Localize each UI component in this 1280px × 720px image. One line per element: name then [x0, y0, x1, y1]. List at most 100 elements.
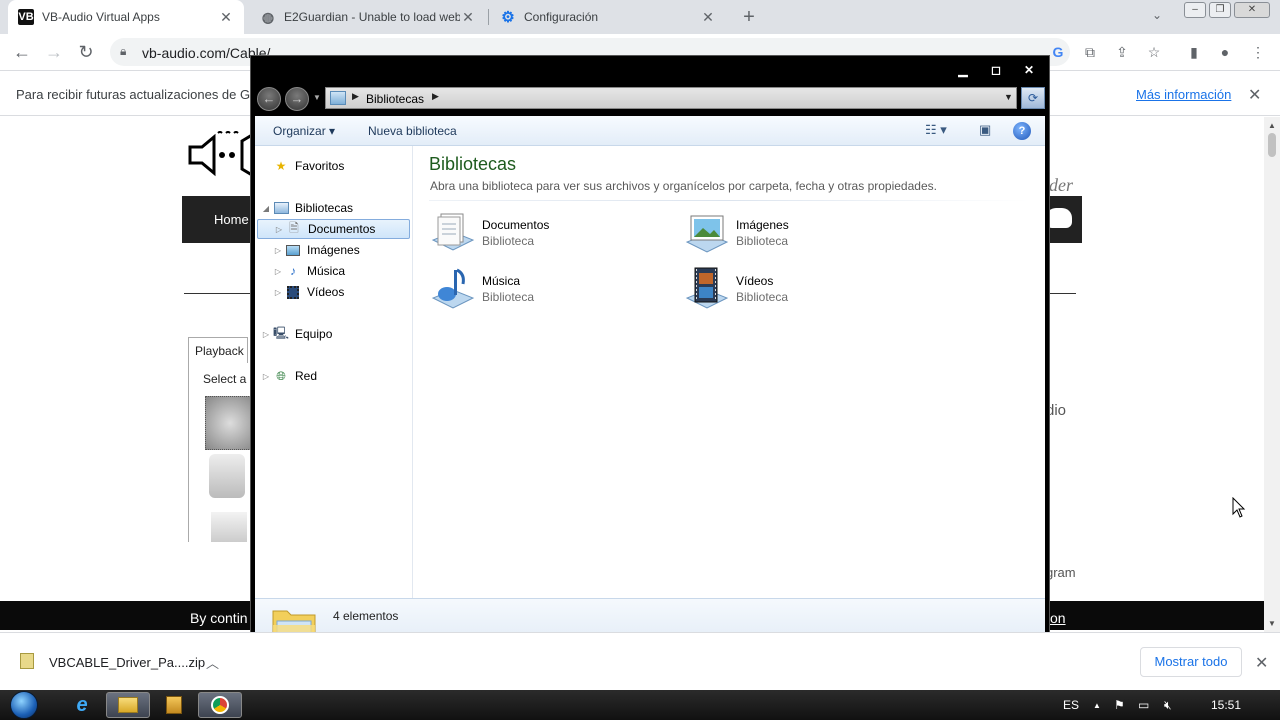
volume-muted-icon[interactable]: 🔇︎	[1164, 698, 1172, 713]
language-indicator[interactable]: ES	[1063, 698, 1079, 712]
share-icon[interactable]: ⇪	[1112, 42, 1132, 62]
refresh-icon[interactable]: ⟳	[1021, 87, 1045, 109]
start-button[interactable]	[6, 690, 44, 720]
tab-configuracion[interactable]: ⚙ Configuración ✕	[490, 0, 726, 34]
tab-e2guardian[interactable]: ◍ E2Guardian - Unable to load web ✕	[250, 0, 486, 34]
close-window-button[interactable]: ✕	[1017, 61, 1041, 79]
translate-icon[interactable]: ⧉	[1080, 42, 1100, 62]
new-library-button[interactable]: Nueva biblioteca	[368, 124, 457, 138]
nav-images[interactable]: ▷ Imágenes	[273, 240, 360, 260]
action-center-flag-icon[interactable]: ⚑	[1114, 698, 1125, 712]
nav-favorites[interactable]: ★ Favoritos	[261, 156, 345, 176]
document-icon: 🗎︎	[289, 220, 299, 235]
breadcrumb-libraries[interactable]: Bibliotecas	[366, 92, 424, 106]
collapsed-arrow-icon[interactable]: ▷	[261, 330, 271, 339]
close-tab-icon[interactable]: ✕	[460, 9, 476, 26]
clock[interactable]: 15:51	[1211, 698, 1241, 712]
nav-documents[interactable]: ▷ 🗎︎ Documentos	[257, 219, 410, 239]
explorer-taskbar-icon[interactable]	[106, 692, 150, 718]
restore-browser-button[interactable]: ❐	[1209, 2, 1231, 18]
library-documents[interactable]: Documentos Biblioteca	[429, 210, 669, 258]
tab-search-chevron-icon[interactable]: ⌄	[1152, 8, 1162, 22]
reload-icon[interactable]: ↻	[74, 40, 98, 64]
library-videos[interactable]: Vídeos Biblioteca	[683, 266, 923, 314]
breadcrumb-arrow-icon[interactable]: ▶	[432, 91, 439, 102]
help-icon[interactable]: ?	[1013, 122, 1031, 140]
home-nav-link[interactable]: Home	[214, 212, 249, 227]
explorer-title-bar[interactable]: ▁ ◻ ✕	[251, 56, 1049, 84]
network-tray-icon[interactable]: ▭	[1138, 698, 1149, 712]
pictures-library-icon	[685, 215, 729, 253]
nav-libraries[interactable]: ◢ Bibliotecas	[261, 198, 353, 218]
nav-network[interactable]: ▷ 🌐︎ Red	[261, 366, 317, 386]
close-tab-icon[interactable]: ✕	[218, 9, 234, 26]
tab-vb-audio[interactable]: VB VB-Audio Virtual Apps ✕	[8, 0, 244, 34]
chevron-up-icon[interactable]: ︿	[206, 653, 219, 672]
close-browser-button[interactable]: ✕	[1234, 2, 1270, 18]
scroll-up-arrow-icon[interactable]: ▲	[1268, 121, 1276, 130]
close-tab-icon[interactable]: ✕	[700, 9, 716, 26]
preview-pane-icon[interactable]: ▣	[979, 122, 991, 138]
minimize-button[interactable]: ▁	[951, 61, 975, 79]
videos-library-icon	[685, 267, 729, 309]
library-type: Biblioteca	[736, 290, 789, 304]
page-description: Abra una biblioteca para ver sus archivo…	[430, 179, 937, 193]
download-item[interactable]: VBCABLE_Driver_Pa....zip	[49, 655, 205, 670]
nav-videos[interactable]: ▷ Vídeos	[273, 282, 344, 302]
tab-strip: VB VB-Audio Virtual Apps ✕ ◍ E2Guardian …	[0, 0, 1280, 34]
library-music[interactable]: Música Biblioteca	[429, 266, 669, 314]
media-player-icon[interactable]	[152, 692, 196, 718]
close-icon[interactable]: ✕	[1255, 653, 1268, 673]
google-icon[interactable]: G	[1048, 42, 1068, 62]
select-prompt-text: Select a p	[203, 372, 257, 386]
collapsed-arrow-icon[interactable]: ▷	[273, 246, 283, 255]
taskbar: e ES ▲ ⚑ ▭ 🔇︎ 15:51	[0, 690, 1280, 720]
libraries-folder-icon	[330, 91, 346, 105]
back-arrow-icon[interactable]: ←	[10, 40, 34, 64]
info-bar-message: Para recibir futuras actualizaciones de …	[16, 87, 258, 102]
nav-label: Favoritos	[295, 159, 345, 173]
lock-icon[interactable]: 🔒︎	[120, 44, 126, 59]
explorer-address-bar[interactable]: ▶ Bibliotecas ▶ ▼	[325, 87, 1017, 109]
forward-arrow-icon[interactable]: →	[285, 87, 309, 111]
forward-arrow-icon[interactable]: →	[42, 40, 66, 64]
internet-explorer-icon[interactable]: e	[60, 692, 104, 718]
cookie-link[interactable]: on	[1050, 610, 1066, 626]
page-text-fragment: gram	[1046, 565, 1076, 580]
collapsed-arrow-icon[interactable]: ▷	[273, 267, 283, 276]
bookmark-star-icon[interactable]: ☆	[1144, 42, 1164, 62]
chrome-icon[interactable]	[198, 692, 242, 718]
expanded-arrow-icon[interactable]: ◢	[261, 204, 271, 213]
library-images[interactable]: Imágenes Biblioteca	[683, 210, 923, 258]
music-library-icon	[431, 268, 475, 309]
show-all-button[interactable]: Mostrar todo	[1140, 647, 1242, 677]
breadcrumb-arrow-icon[interactable]: ▶	[352, 91, 359, 102]
collapsed-arrow-icon[interactable]: ▷	[274, 225, 284, 234]
minimize-browser-button[interactable]: –	[1184, 2, 1206, 18]
playback-tab: Playback	[188, 337, 248, 363]
side-panel-icon[interactable]: ▮	[1184, 42, 1204, 62]
menu-dots-icon[interactable]: ⋮	[1248, 42, 1268, 62]
scroll-down-arrow-icon[interactable]: ▼	[1268, 619, 1276, 628]
change-view-icon[interactable]: ☷ ▾	[925, 122, 947, 138]
nav-music[interactable]: ▷ ♪ Música	[273, 261, 345, 281]
back-arrow-icon[interactable]: ←	[257, 87, 281, 111]
close-icon[interactable]: ✕	[1248, 85, 1261, 105]
page-scrollbar[interactable]: ▲ ▼	[1264, 117, 1280, 632]
more-info-link[interactable]: Más información	[1136, 87, 1231, 102]
collapsed-arrow-icon[interactable]: ▷	[273, 288, 283, 297]
maximize-button[interactable]: ◻	[984, 61, 1008, 79]
nav-label: Equipo	[295, 327, 333, 341]
recent-pages-dropdown-icon[interactable]: ▼	[313, 93, 321, 102]
address-dropdown-icon[interactable]: ▼	[1004, 92, 1013, 102]
profile-avatar-icon[interactable]: ●	[1215, 42, 1235, 62]
organize-button[interactable]: Organizar ▾	[273, 124, 335, 138]
nav-label: Vídeos	[307, 285, 345, 299]
show-hidden-icons-arrow-icon[interactable]: ▲	[1093, 701, 1101, 710]
scrollbar-thumb[interactable]	[1268, 133, 1276, 157]
cookie-text: By contin	[190, 610, 248, 626]
new-tab-button[interactable]: +	[738, 6, 760, 28]
nav-computer[interactable]: ▷ 🖳︎ Equipo	[261, 324, 332, 344]
download-shelf: VBCABLE_Driver_Pa....zip ︿ Mostrar todo …	[0, 632, 1280, 690]
collapsed-arrow-icon[interactable]: ▷	[261, 372, 271, 381]
